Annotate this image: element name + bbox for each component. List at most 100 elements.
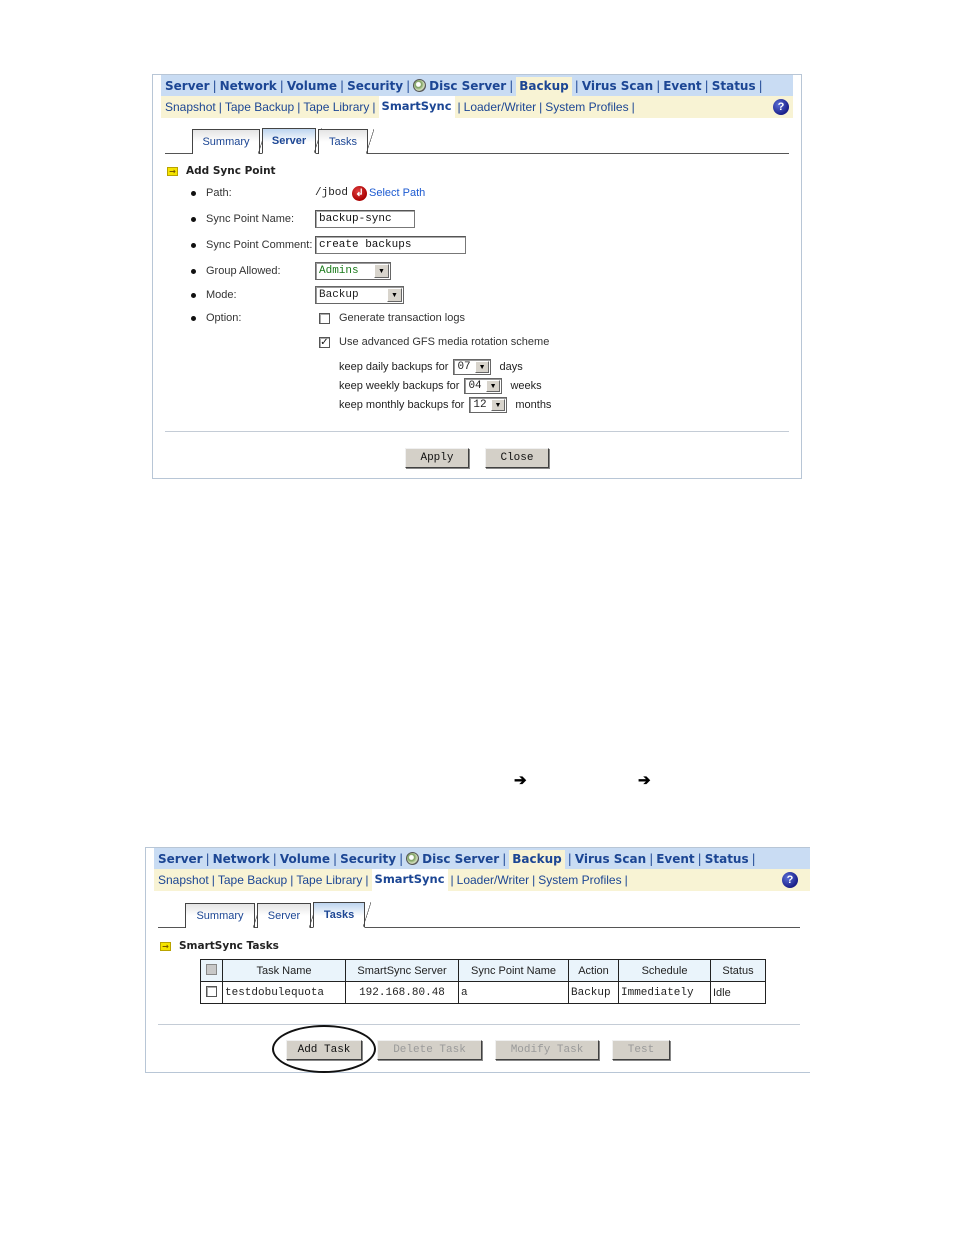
weekly-prefix: keep weekly backups for <box>339 380 460 392</box>
monthly-backups-row: keep monthly backups for 12 ▼ months <box>339 397 551 413</box>
col-schedule[interactable]: Schedule <box>618 959 711 982</box>
test-button[interactable]: Test <box>612 1040 670 1060</box>
monthly-select[interactable]: 12 ▼ <box>469 397 508 413</box>
sub-nav: Snapshot | Tape Backup | Tape Library | Sma… <box>154 869 810 891</box>
mode-value: Backup <box>319 289 359 301</box>
weekly-value: 04 <box>468 380 482 392</box>
subnav-loader-writer[interactable]: Loader/Writer <box>464 100 536 114</box>
chevron-down-icon[interactable]: ▼ <box>374 264 389 278</box>
subnav-loader-writer[interactable]: Loader/Writer <box>457 873 529 887</box>
subnav-system-profiles[interactable]: System Profiles <box>545 100 628 114</box>
sync-point-comment-label: Sync Point Comment: <box>206 239 313 251</box>
chevron-down-icon[interactable]: ▼ <box>485 380 501 392</box>
subnav-system-profiles[interactable]: System Profiles <box>538 873 621 887</box>
divider <box>165 431 789 432</box>
daily-value: 07 <box>457 361 471 373</box>
nav-virus-scan[interactable]: Virus Scan <box>582 79 653 93</box>
nav-event[interactable]: Event <box>656 852 694 866</box>
nav-backup[interactable]: Backup <box>516 76 572 97</box>
table-row[interactable]: testdobulequota 192.168.80.48 a Backup I… <box>200 981 766 1004</box>
tab-tasks[interactable]: Tasks <box>318 129 374 154</box>
subnav-tape-library[interactable]: Tape Library <box>296 873 362 887</box>
tab-server[interactable]: Server <box>262 128 322 154</box>
subnav-snapshot[interactable]: Snapshot <box>158 873 209 887</box>
nav-virus-scan[interactable]: Virus Scan <box>575 852 646 866</box>
transaction-logs-checkbox[interactable] <box>319 312 330 324</box>
col-smartsync-server[interactable]: SmartSync Server <box>345 959 459 982</box>
path-field: /jbod ↲ Select Path <box>315 183 425 203</box>
nav-volume[interactable]: Volume <box>287 79 337 93</box>
subnav-smartsync[interactable]: SmartSync <box>371 869 448 891</box>
group-allowed-value: Admins <box>319 265 359 277</box>
nav-disc-server[interactable]: Disc Server <box>429 79 506 93</box>
sync-point-comment-field: create backups <box>315 236 466 254</box>
bullet <box>191 315 196 321</box>
gfs-checkbox[interactable]: ✓ <box>319 336 330 348</box>
transaction-logs-label: Generate transaction logs <box>339 312 465 324</box>
option-row: Option: <box>191 308 316 328</box>
col-task-name[interactable]: Task Name <box>222 959 346 982</box>
tab-summary[interactable]: Summary <box>185 903 261 928</box>
delete-task-button[interactable]: Delete Task <box>377 1040 482 1060</box>
bullet <box>191 216 196 222</box>
add-task-button[interactable]: Add Task <box>286 1040 362 1060</box>
status-cell: Idle <box>710 981 766 1004</box>
sync-point-name-input[interactable]: backup-sync <box>315 210 415 228</box>
select-path-icon[interactable]: ↲ <box>352 185 368 201</box>
group-allowed-label: Group Allowed: <box>206 265 281 277</box>
tab-tasks[interactable]: Tasks <box>313 902 371 928</box>
daily-select[interactable]: 07 ▼ <box>453 359 492 375</box>
subnav-tape-backup[interactable]: Tape Backup <box>225 100 294 114</box>
subnav-snapshot[interactable]: Snapshot <box>165 100 216 114</box>
tasks-table: Task Name SmartSync Server Sync Point Na… <box>200 959 766 1004</box>
mode-label: Mode: <box>206 289 237 301</box>
smartsync-tasks-panel: Server | Network | Volume | Security | Disc … <box>145 847 810 1073</box>
chevron-down-icon[interactable]: ▼ <box>474 361 490 373</box>
nav-backup[interactable]: Backup <box>509 849 565 870</box>
col-sync-point-name[interactable]: Sync Point Name <box>458 959 569 982</box>
tab-summary[interactable]: Summary <box>192 129 266 154</box>
help-icon[interactable]: ? <box>773 99 789 115</box>
nav-event[interactable]: Event <box>663 79 701 93</box>
apply-button[interactable]: Apply <box>405 448 469 468</box>
sync-point-comment-input[interactable]: create backups <box>315 236 466 254</box>
subnav-smartsync[interactable]: SmartSync <box>378 96 455 118</box>
subnav-tape-library[interactable]: Tape Library <box>303 100 369 114</box>
daily-prefix: keep daily backups for <box>339 361 449 373</box>
modify-task-button[interactable]: Modify Task <box>495 1040 599 1060</box>
section-title: → SmartSync Tasks <box>160 940 279 952</box>
select-all-checkbox[interactable] <box>206 963 217 975</box>
transaction-logs-option: Generate transaction logs <box>319 312 465 324</box>
weekly-select[interactable]: 04 ▼ <box>464 378 503 394</box>
tab-server[interactable]: Server <box>257 903 317 928</box>
nav-disc-server[interactable]: Disc Server <box>422 852 499 866</box>
nav-server[interactable]: Server <box>158 852 203 866</box>
sync-point-name-field: backup-sync <box>315 210 415 228</box>
divider <box>158 1024 800 1025</box>
help-icon[interactable]: ? <box>782 872 798 888</box>
nav-server[interactable]: Server <box>165 79 210 93</box>
arrow-icon: → <box>160 941 171 951</box>
nav-network[interactable]: Network <box>220 79 277 93</box>
nav-security[interactable]: Security <box>347 79 403 93</box>
nav-volume[interactable]: Volume <box>280 852 330 866</box>
table-header: Task Name SmartSync Server Sync Point Na… <box>200 959 766 982</box>
select-path-link[interactable]: Select Path <box>369 187 425 199</box>
task-name-cell: testdobulequota <box>222 981 346 1004</box>
col-status[interactable]: Status <box>710 959 766 982</box>
row-checkbox[interactable] <box>206 985 217 997</box>
nav-status[interactable]: Status <box>705 852 749 866</box>
group-allowed-select[interactable]: Admins ▼ <box>315 262 391 280</box>
nav-status[interactable]: Status <box>712 79 756 93</box>
nav-security[interactable]: Security <box>340 852 396 866</box>
sub-nav: Snapshot | Tape Backup | Tape Library | Sma… <box>161 96 793 118</box>
chevron-down-icon[interactable]: ▼ <box>490 399 506 411</box>
chevron-down-icon[interactable]: ▼ <box>387 288 402 302</box>
mode-row: Mode: <box>191 285 316 305</box>
nav-network[interactable]: Network <box>213 852 270 866</box>
col-action[interactable]: Action <box>568 959 619 982</box>
close-button[interactable]: Close <box>485 448 549 468</box>
mode-select[interactable]: Backup ▼ <box>315 286 404 304</box>
subnav-tape-backup[interactable]: Tape Backup <box>218 873 287 887</box>
arrow-icon: → <box>167 166 178 176</box>
